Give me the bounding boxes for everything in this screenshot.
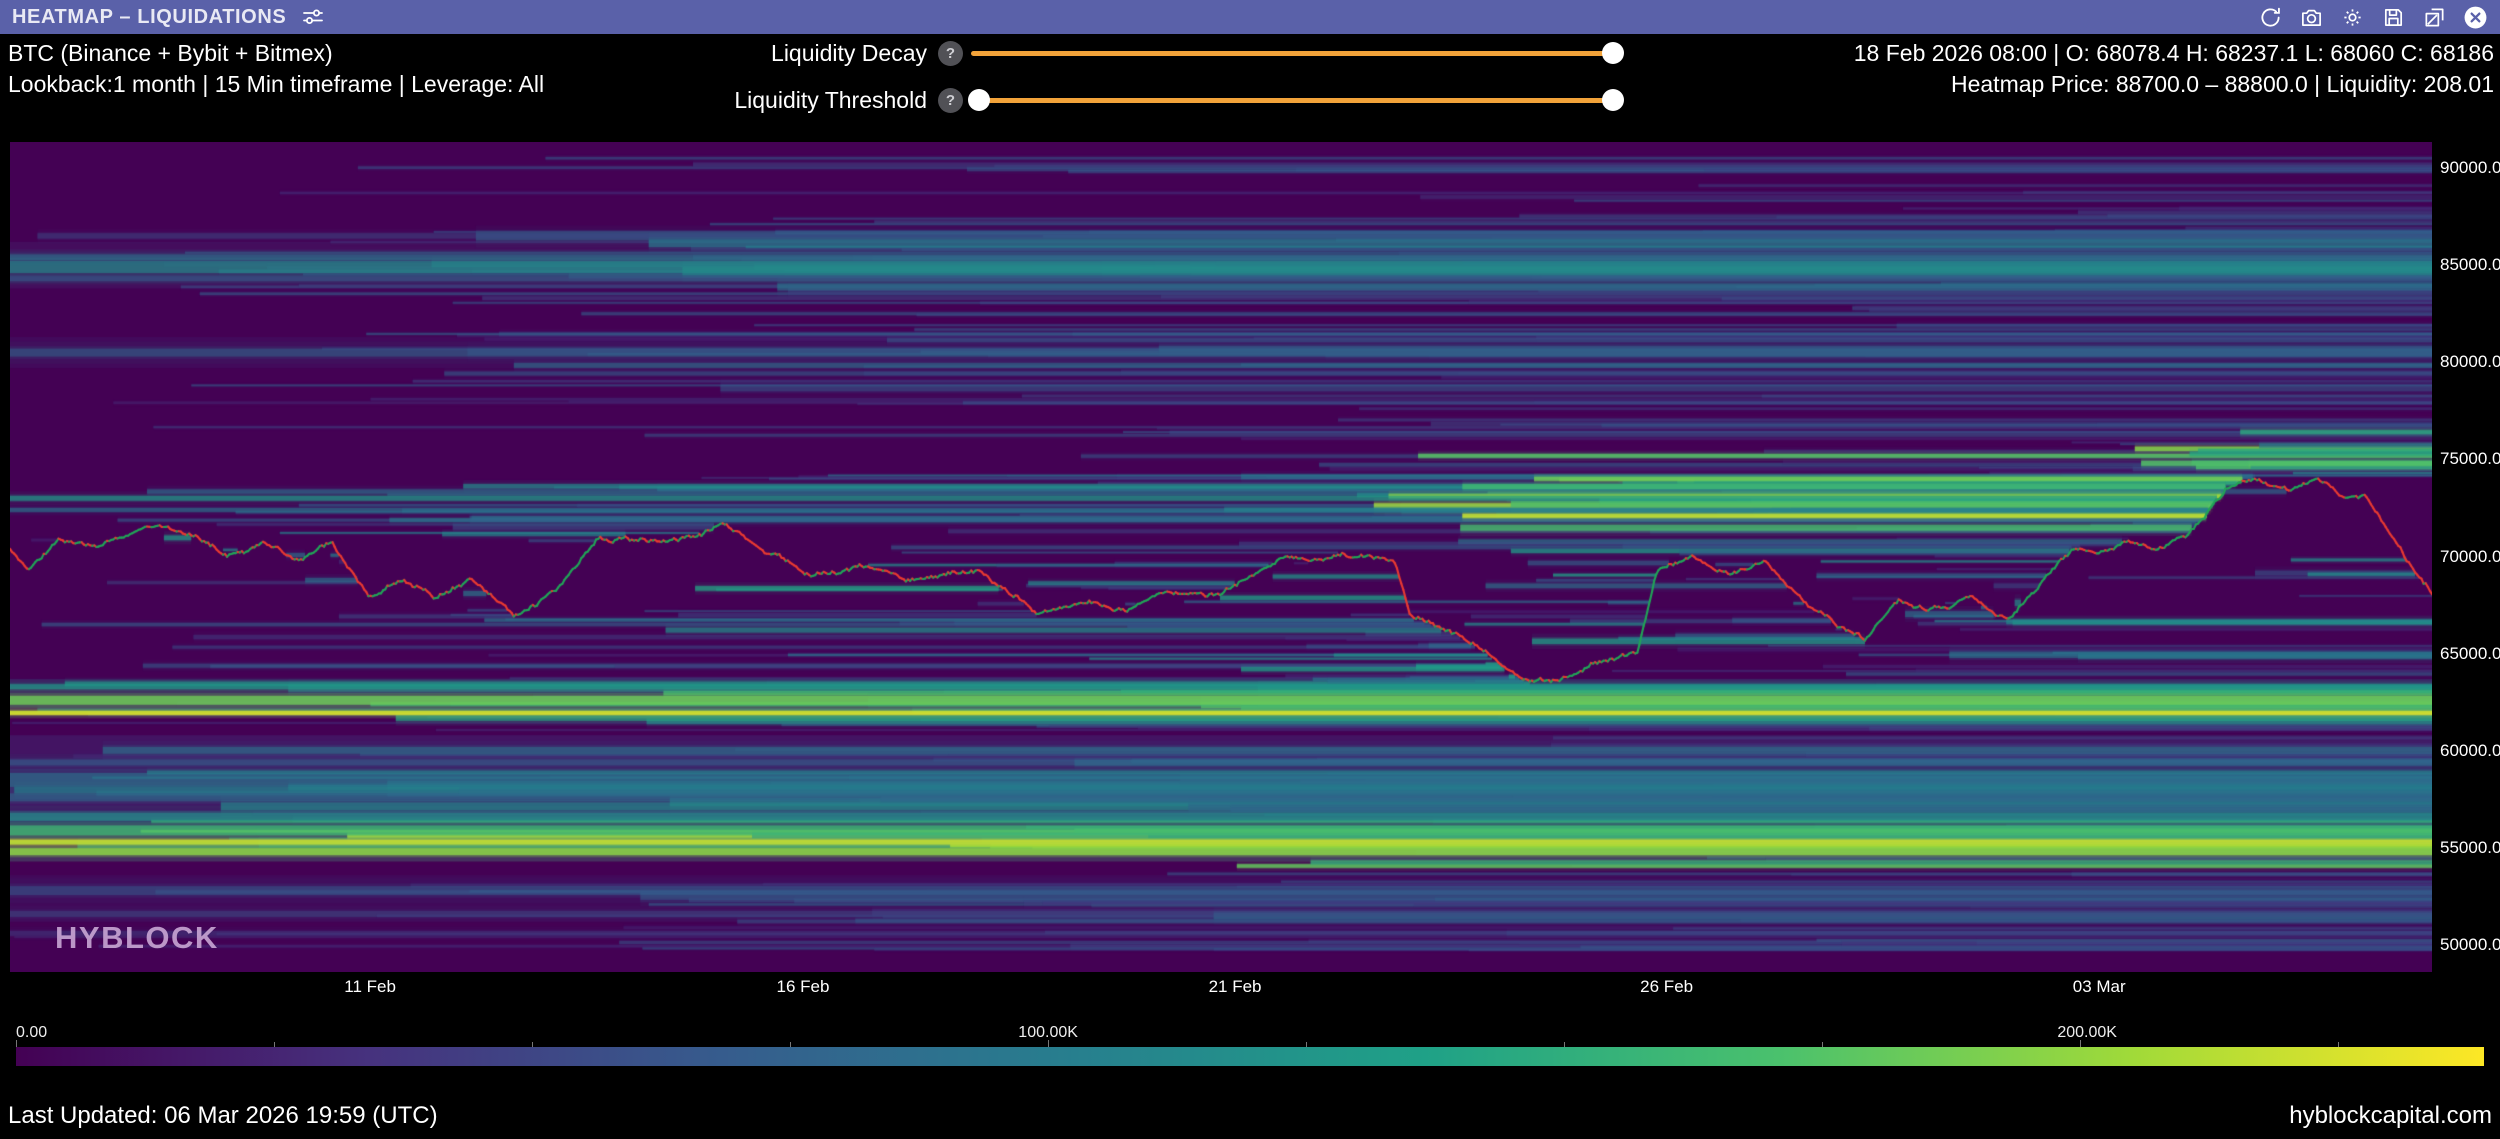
liquidity-threshold-row: Liquidity Threshold ?: [0, 84, 1640, 116]
price-axis-label: 75000.0: [2440, 449, 2500, 469]
ohlc-readout: 18 Feb 2026 08:00 | O: 68078.4 H: 68237.…: [1854, 38, 2494, 69]
time-axis-label: 21 Feb: [1209, 977, 1262, 997]
price-axis-label: 90000.0: [2440, 158, 2500, 178]
price-axis-label: 60000.0: [2440, 741, 2500, 761]
heatmap-canvas[interactable]: [10, 142, 2432, 972]
price-axis-label: 65000.0: [2440, 644, 2500, 664]
title-bar: HEATMAP – LIQUIDATIONS: [0, 0, 2500, 34]
liquidity-threshold-label: Liquidity Threshold: [734, 87, 927, 114]
chart-area: HYBLOCK: [10, 142, 2432, 972]
time-axis-label: 26 Feb: [1640, 977, 1693, 997]
site-link: hyblockcapital.com: [2289, 1102, 2492, 1130]
compare-icon[interactable]: [2421, 4, 2447, 30]
hyblock-watermark: HYBLOCK: [55, 920, 219, 956]
liquidity-decay-slider[interactable]: [971, 51, 1618, 56]
colorbar-tick: [16, 1040, 17, 1047]
last-updated-text: Last Updated: 06 Mar 2026 19:59 (UTC): [8, 1102, 438, 1130]
liquidity-colorbar: [16, 1047, 2484, 1066]
refresh-icon[interactable]: [2257, 4, 2283, 30]
heatmap-readout: Heatmap Price: 88700.0 – 88800.0 | Liqui…: [1854, 69, 2494, 100]
gear-icon[interactable]: [2339, 4, 2365, 30]
close-icon[interactable]: [2462, 4, 2488, 30]
colorbar-label: 0.00: [16, 1024, 47, 1042]
filters-icon[interactable]: [300, 4, 326, 30]
liquidity-decay-row: Liquidity Decay ?: [0, 37, 1640, 69]
save-icon[interactable]: [2380, 4, 2406, 30]
readout-info: 18 Feb 2026 08:00 | O: 68078.4 H: 68237.…: [1854, 38, 2494, 100]
price-axis-label: 50000.0: [2440, 935, 2500, 955]
time-axis-label: 03 Mar: [2073, 977, 2126, 997]
decay-handle[interactable]: [1602, 42, 1624, 64]
camera-icon[interactable]: [2298, 4, 2324, 30]
threshold-handle-high[interactable]: [1602, 89, 1624, 111]
time-axis-label: 16 Feb: [776, 977, 829, 997]
price-axis-label: 80000.0: [2440, 352, 2500, 372]
toolbar: [2257, 4, 2488, 30]
threshold-help-icon[interactable]: ?: [938, 88, 963, 113]
liquidity-decay-label: Liquidity Decay: [771, 40, 927, 67]
colorbar-label: 200.00K: [2057, 1024, 2117, 1042]
colorbar-tick: [1048, 1040, 1049, 1047]
decay-help-icon[interactable]: ?: [938, 41, 963, 66]
time-axis-label: 11 Feb: [344, 977, 396, 997]
page-title: HEATMAP – LIQUIDATIONS: [12, 6, 286, 29]
liquidity-threshold-slider[interactable]: [971, 98, 1618, 103]
threshold-handle-low[interactable]: [968, 89, 990, 111]
liquidation-heatmap-app: HEATMAP – LIQUIDATIONS: [0, 0, 2500, 1139]
price-axis-label: 55000.0: [2440, 838, 2500, 858]
colorbar-tick: [2080, 1040, 2081, 1047]
price-axis-label: 85000.0: [2440, 255, 2500, 275]
price-axis-label: 70000.0: [2440, 547, 2500, 567]
